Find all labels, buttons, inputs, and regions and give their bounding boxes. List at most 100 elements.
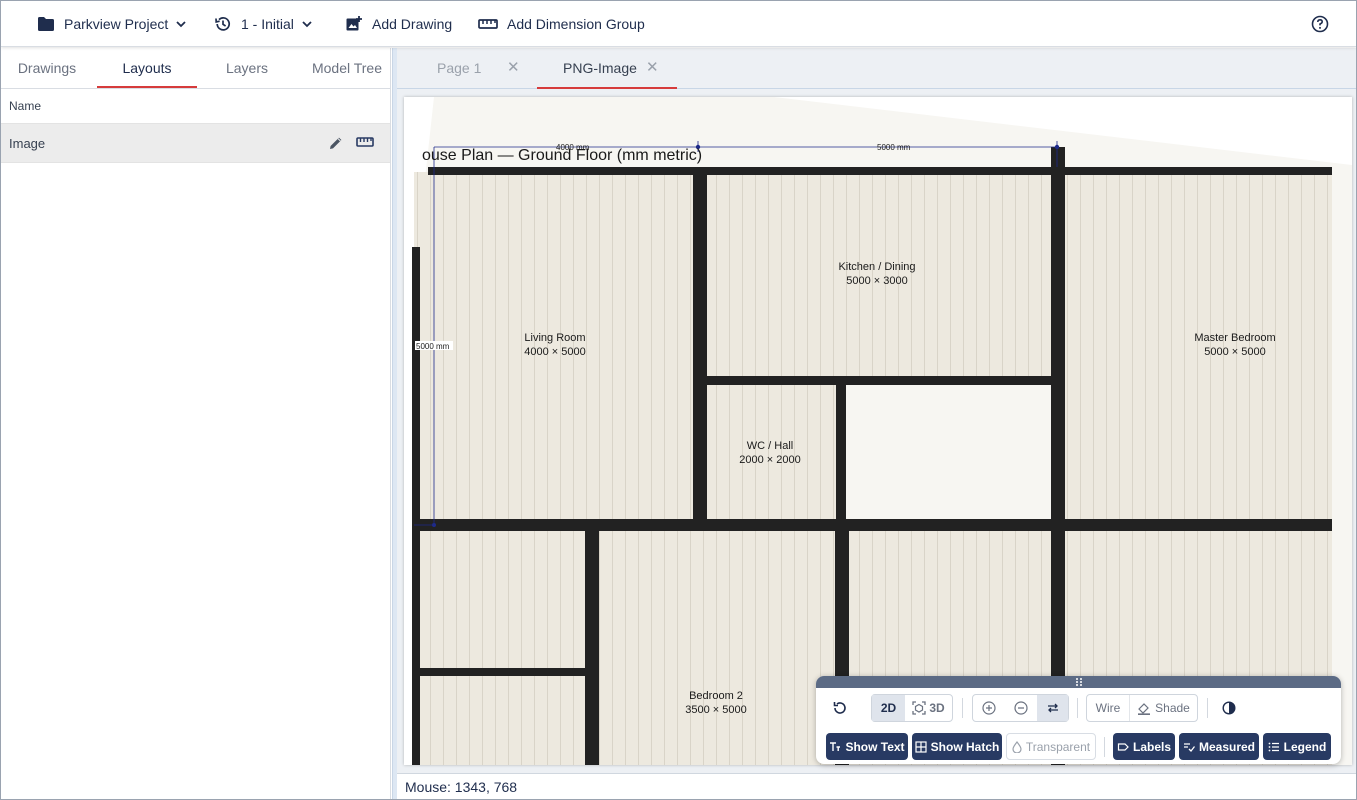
- list-item[interactable]: Image: [1, 123, 390, 163]
- add-drawing-label: Add Drawing: [372, 15, 453, 32]
- add-dimension-group-button[interactable]: Add Dimension Group: [478, 1, 645, 47]
- measured-label: Measured: [1198, 739, 1256, 754]
- grip-icon: [1075, 678, 1082, 686]
- measure-check-icon: [1183, 742, 1195, 752]
- version-label: 1 - Initial: [241, 15, 294, 32]
- tab-drawings[interactable]: Drawings: [1, 48, 93, 88]
- chevron-down-icon: [302, 20, 312, 27]
- app-window: Parkview Project 1 - Initial Add Drawing…: [0, 0, 1357, 800]
- mode-3d-label: 3D: [929, 701, 945, 715]
- close-icon[interactable]: ✕: [646, 48, 659, 88]
- display-options-row: Show Text Show Hatch Transparent Labels …: [816, 733, 1341, 760]
- left-panel-tabs: Drawings Layouts Layers Model Tree: [1, 48, 390, 89]
- show-hatch-label: Show Hatch: [930, 739, 1000, 754]
- help-button[interactable]: [1311, 1, 1329, 47]
- help-icon: [1311, 15, 1329, 32]
- zoom-out-icon: [1014, 701, 1028, 715]
- chevron-down-icon: [176, 20, 186, 27]
- add-image-icon: [346, 15, 362, 30]
- room-name: Bedroom 2: [689, 690, 743, 702]
- cube-scan-icon: [912, 701, 926, 715]
- droplet-icon: [1012, 740, 1022, 753]
- labels-button[interactable]: Labels: [1113, 733, 1175, 760]
- mode-3d-button[interactable]: 3D: [905, 695, 952, 721]
- wire-button[interactable]: Wire: [1087, 695, 1129, 721]
- zoom-out-button[interactable]: [1005, 695, 1037, 721]
- drag-handle[interactable]: [816, 676, 1341, 688]
- tab-layers[interactable]: Layers: [197, 48, 297, 88]
- paint-bucket-icon: [1138, 703, 1151, 715]
- mode-2d-button[interactable]: 2D: [872, 695, 905, 721]
- separator: [1104, 737, 1105, 757]
- zoom-controls: [972, 694, 1069, 722]
- room-name: Kitchen / Dining: [838, 261, 915, 273]
- labels-label: Labels: [1132, 739, 1171, 754]
- ruler-icon: [478, 18, 498, 29]
- text-icon: [830, 741, 841, 751]
- measured-button[interactable]: Measured: [1179, 733, 1259, 760]
- list-item-name: Image: [9, 135, 46, 151]
- tab-png-image[interactable]: PNG-Image ✕: [537, 48, 677, 89]
- room-size: 5000 × 3000: [846, 275, 907, 287]
- legend-button[interactable]: Legend: [1263, 733, 1331, 760]
- project-selector[interactable]: Parkview Project: [37, 1, 188, 47]
- tab-model-tree[interactable]: Model Tree: [301, 48, 393, 88]
- fit-width-button[interactable]: [1037, 695, 1068, 721]
- list-icon: [1268, 742, 1279, 751]
- separator: [1207, 698, 1208, 718]
- view-mode-toggle: 2D 3D: [871, 694, 953, 722]
- zoom-in-button[interactable]: [973, 695, 1005, 721]
- view-controls-panel: 2D 3D Wire Shade Show Text Show Hatch Tr…: [816, 676, 1341, 764]
- tab-label: PNG-Image: [563, 60, 637, 76]
- reset-view-button[interactable]: [828, 695, 852, 721]
- history-icon: [215, 16, 231, 31]
- row-actions: [328, 135, 374, 151]
- room-size: 3500 × 5000: [685, 704, 746, 716]
- contrast-button[interactable]: [1219, 695, 1239, 721]
- tab-label: Page 1: [437, 60, 482, 76]
- mouse-coordinates: Mouse: 1343, 768: [405, 779, 518, 795]
- drawing-viewport[interactable]: 4000 mm 5000 mm 5000 mm ouse Plan — Grou…: [404, 97, 1352, 765]
- transparent-label: Transparent: [1025, 739, 1091, 754]
- zoom-in-icon: [982, 701, 996, 715]
- grid-icon: [915, 740, 927, 753]
- edit-icon[interactable]: [328, 135, 344, 151]
- swap-arrows-icon: [1047, 703, 1058, 713]
- room-name: Living Room: [524, 332, 585, 344]
- separator: [1077, 698, 1078, 718]
- room-size: 5000 × 5000: [1204, 346, 1265, 358]
- view-controls-row: 2D 3D Wire Shade: [816, 694, 1341, 722]
- dimension-top-right: 5000 mm: [877, 143, 911, 152]
- room-name: Master Bedroom: [1194, 332, 1275, 344]
- show-text-button[interactable]: Show Text: [826, 733, 908, 760]
- dimension-left: 5000 mm: [416, 342, 450, 351]
- separator: [962, 698, 963, 718]
- tag-icon: [1117, 742, 1129, 751]
- top-toolbar: Parkview Project 1 - Initial Add Drawing…: [1, 1, 1356, 47]
- show-text-label: Show Text: [845, 739, 905, 754]
- shade-button[interactable]: Shade: [1129, 695, 1197, 721]
- render-mode-toggle: Wire Shade: [1086, 694, 1198, 722]
- rotate-icon: [833, 702, 846, 714]
- room-name: WC / Hall: [747, 440, 793, 452]
- project-label: Parkview Project: [64, 15, 169, 32]
- add-drawing-button[interactable]: Add Drawing: [345, 1, 452, 47]
- room-size: 2000 × 2000: [739, 454, 800, 466]
- add-dimension-group-label: Add Dimension Group: [507, 15, 645, 32]
- status-bar: Mouse: 1343, 768: [397, 773, 1356, 799]
- contrast-icon: [1222, 701, 1236, 715]
- plan-title: ouse Plan — Ground Floor (mm metric): [422, 147, 702, 164]
- version-selector[interactable]: 1 - Initial: [214, 1, 314, 47]
- shade-label: Shade: [1155, 701, 1190, 715]
- tab-layouts[interactable]: Layouts: [97, 48, 197, 88]
- transparent-button[interactable]: Transparent: [1006, 733, 1096, 760]
- ruler-icon[interactable]: [356, 135, 374, 149]
- close-icon[interactable]: ✕: [507, 48, 520, 88]
- show-hatch-button[interactable]: Show Hatch: [912, 733, 1002, 760]
- legend-label: Legend: [1283, 739, 1327, 754]
- folder-icon: [38, 16, 54, 31]
- left-panel: Drawings Layouts Layers Model Tree Name …: [1, 48, 391, 799]
- floor-plan-image: 4000 mm 5000 mm 5000 mm ouse Plan — Grou…: [404, 97, 1352, 765]
- room-size: 4000 × 5000: [524, 346, 585, 358]
- tab-page-1[interactable]: Page 1 ✕: [397, 48, 537, 88]
